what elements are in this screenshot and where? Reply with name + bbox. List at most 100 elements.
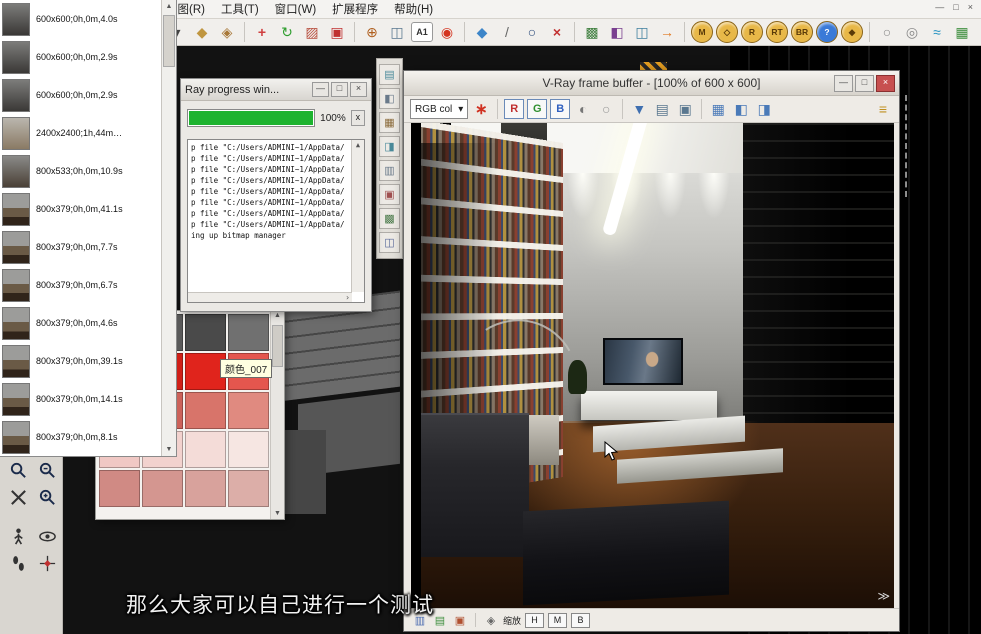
- vray-light-icon[interactable]: ▦: [379, 112, 400, 133]
- stamp-icon[interactable]: ▤: [432, 609, 448, 631]
- blue-channel-button[interactable]: B: [550, 99, 570, 119]
- vray-logo-icon[interactable]: ◉: [436, 21, 458, 43]
- image-history-icon[interactable]: ◨: [754, 98, 774, 120]
- app-maximize-button[interactable]: □: [953, 2, 958, 12]
- vray-material-badge-icon[interactable]: M: [691, 21, 713, 43]
- export-tool-icon[interactable]: →: [656, 21, 678, 43]
- app-close-button[interactable]: ×: [968, 2, 973, 12]
- vray-dome-light-icon[interactable]: ◨: [379, 136, 400, 157]
- key-h-toggle[interactable]: H: [525, 613, 544, 628]
- color-swatch[interactable]: [185, 470, 226, 507]
- scroll-down-icon[interactable]: ▼: [162, 443, 176, 456]
- render-image[interactable]: ≫: [411, 123, 894, 609]
- vray-flower-icon[interactable]: ∗: [471, 98, 491, 120]
- history-item[interactable]: 800x379;0h,0m,41.1s: [0, 190, 176, 228]
- vfb-close-button[interactable]: ×: [876, 75, 895, 92]
- color-swatch[interactable]: [228, 431, 269, 468]
- menu-window[interactable]: 窗口(W): [275, 1, 317, 17]
- print-image-icon[interactable]: ▤: [652, 98, 672, 120]
- stack-green-icon[interactable]: ▦: [951, 21, 973, 43]
- vfb-minimize-button[interactable]: —: [834, 75, 853, 92]
- look-around-icon[interactable]: [34, 524, 60, 548]
- vray-gem-badge-icon[interactable]: ◆: [841, 21, 863, 43]
- color-swatch[interactable]: [185, 431, 226, 468]
- compare-images-icon[interactable]: ◧: [731, 98, 751, 120]
- section-plane-icon[interactable]: ◫: [386, 21, 408, 43]
- position-camera-icon[interactable]: [5, 524, 31, 548]
- vray-material-editor-icon[interactable]: ◧: [379, 88, 400, 109]
- pencil-tool-icon[interactable]: /: [496, 21, 518, 43]
- channels-panel-icon[interactable]: ▦: [708, 98, 728, 120]
- progress-cancel-button[interactable]: x: [351, 110, 365, 126]
- progress-minimize-button[interactable]: —: [312, 82, 329, 97]
- zoom-window-icon[interactable]: [5, 458, 31, 482]
- history-item[interactable]: 600x600;0h,0m,2.9s: [0, 76, 176, 114]
- key-m-toggle[interactable]: M: [548, 613, 567, 628]
- color-swatch[interactable]: [228, 470, 269, 507]
- layers-tool-icon[interactable]: ◫: [631, 21, 653, 43]
- progress-maximize-button[interactable]: □: [331, 82, 348, 97]
- green-channel-button[interactable]: G: [527, 99, 547, 119]
- save-image-icon[interactable]: ▼: [629, 98, 649, 120]
- walk-icon[interactable]: [5, 551, 31, 575]
- palette-scrollbar[interactable]: ▲ ▼: [270, 311, 284, 519]
- color-swatch[interactable]: [99, 470, 140, 507]
- scale-tool-icon[interactable]: ▨: [301, 21, 323, 43]
- offset-tool-icon[interactable]: ◆: [191, 21, 213, 43]
- history-item[interactable]: 800x379;0h,0m,39.1s: [0, 342, 176, 380]
- sphere-icon[interactable]: ○: [876, 21, 898, 43]
- navigation-icon[interactable]: [34, 551, 60, 575]
- sphere-outline-icon[interactable]: ◎: [901, 21, 923, 43]
- vray-batch-badge-icon[interactable]: BR: [791, 21, 813, 43]
- zoom-extents-icon[interactable]: [5, 485, 31, 509]
- vray-fur-icon[interactable]: ◫: [379, 232, 400, 253]
- history-item[interactable]: 600x600;0h,0m,4.0s: [0, 0, 176, 38]
- color-swatch[interactable]: [185, 392, 226, 429]
- color-swatch[interactable]: [228, 314, 269, 351]
- channel-select[interactable]: RGB col ▾: [410, 99, 468, 119]
- menu-tools[interactable]: 工具(T): [221, 1, 259, 17]
- scroll-right-icon[interactable]: ›: [345, 292, 350, 303]
- scroll-up-icon[interactable]: ▲: [352, 140, 364, 150]
- component-tool-icon[interactable]: ◧: [606, 21, 628, 43]
- zoom-icon[interactable]: [34, 458, 60, 482]
- vray-sphere-light-icon[interactable]: ▥: [379, 160, 400, 181]
- menu-extensions[interactable]: 扩展程序: [332, 1, 378, 17]
- history-item[interactable]: 800x379;0h,0m,4.6s: [0, 304, 176, 342]
- move-tool-icon[interactable]: +: [251, 21, 273, 43]
- menu-help[interactable]: 帮助(H): [394, 1, 433, 17]
- mono-channel-icon[interactable]: ○: [596, 98, 616, 120]
- progress-close-button[interactable]: ×: [350, 82, 367, 97]
- progress-log[interactable]: p file "C:/Users/ADMINI~1/AppData/ p fil…: [187, 139, 365, 303]
- vray-proxy-icon[interactable]: ▩: [379, 208, 400, 229]
- expand-panel-chevron[interactable]: ≫: [877, 589, 890, 603]
- vray-plane-light-icon[interactable]: ▣: [379, 184, 400, 205]
- tracking-icon[interactable]: ◈: [483, 609, 499, 631]
- scroll-down-icon[interactable]: ▼: [271, 509, 284, 519]
- color-correction-icon[interactable]: ▣: [452, 609, 468, 631]
- vray-quality-badge-icon[interactable]: ◇: [716, 21, 738, 43]
- clear-image-icon[interactable]: ≡: [873, 98, 893, 120]
- color-swatch[interactable]: [185, 314, 226, 351]
- color-swatch[interactable]: [142, 470, 183, 507]
- scrollbar-thumb[interactable]: [272, 325, 283, 367]
- zoom-tool-icon[interactable]: ○: [521, 21, 543, 43]
- scroll-up-icon[interactable]: ▲: [162, 0, 176, 13]
- history-item[interactable]: 2400x2400;1h,44m…: [0, 114, 176, 152]
- history-item[interactable]: 800x379;0h,0m,6.7s: [0, 266, 176, 304]
- copy-image-icon[interactable]: ▣: [675, 98, 695, 120]
- history-item[interactable]: 800x379;0h,0m,14.1s: [0, 380, 176, 418]
- shadow-tool-icon[interactable]: ◆: [471, 21, 493, 43]
- log-vertical-scrollbar[interactable]: ▲: [351, 140, 364, 292]
- vray-rt-badge-icon[interactable]: RT: [766, 21, 788, 43]
- key-b-toggle[interactable]: B: [571, 613, 590, 628]
- log-horizontal-scrollbar[interactable]: ›: [188, 292, 352, 302]
- zoom-selection-icon[interactable]: [34, 485, 60, 509]
- history-item[interactable]: 800x379;0h,0m,7.7s: [0, 228, 176, 266]
- grid-tool-icon[interactable]: ▩: [581, 21, 603, 43]
- sandbox-tool-icon[interactable]: ◈: [216, 21, 238, 43]
- progress-title-bar[interactable]: Ray progress win... — □ ×: [181, 79, 371, 101]
- water-icon[interactable]: ≈: [926, 21, 948, 43]
- vray-options-icon[interactable]: ▤: [379, 64, 400, 85]
- scene-label-icon[interactable]: A1: [411, 22, 433, 42]
